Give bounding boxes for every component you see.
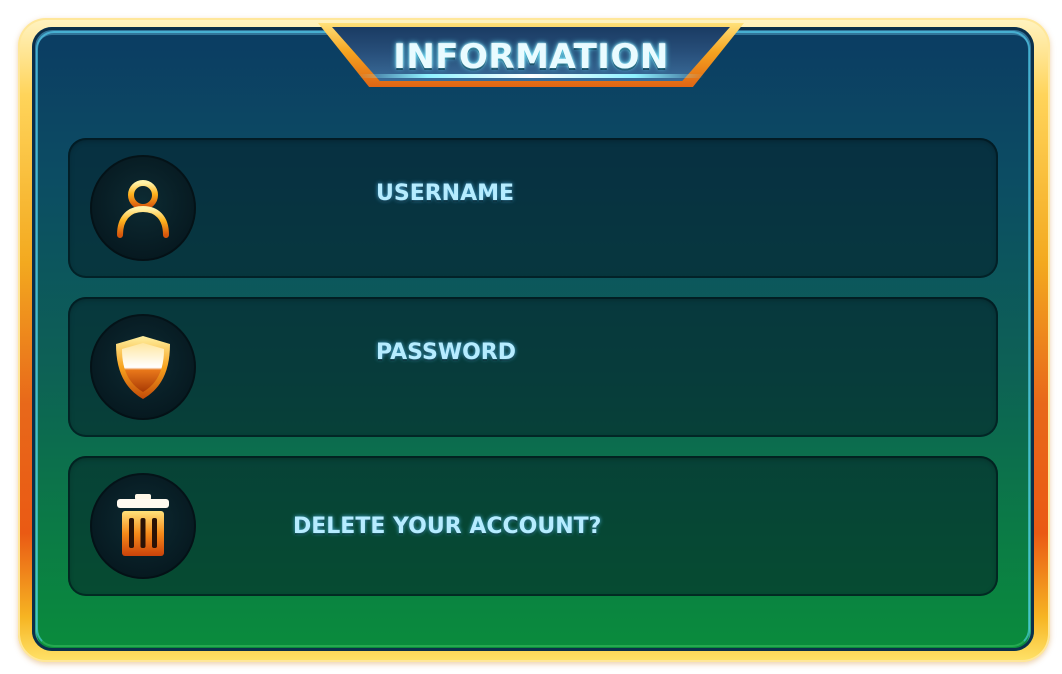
delete-account-label: DELETE YOUR ACCOUNT?: [293, 514, 602, 539]
username-row[interactable]: USERNAME: [68, 138, 998, 278]
user-icon: [90, 155, 196, 261]
trash-icon: [90, 473, 196, 579]
password-label: PASSWORD: [376, 340, 517, 365]
username-label: USERNAME: [376, 181, 515, 206]
shield-icon: [90, 314, 196, 420]
dialog-title: INFORMATION: [393, 37, 669, 77]
password-row[interactable]: PASSWORD: [68, 297, 998, 437]
delete-account-row[interactable]: DELETE YOUR ACCOUNT?: [68, 456, 998, 596]
